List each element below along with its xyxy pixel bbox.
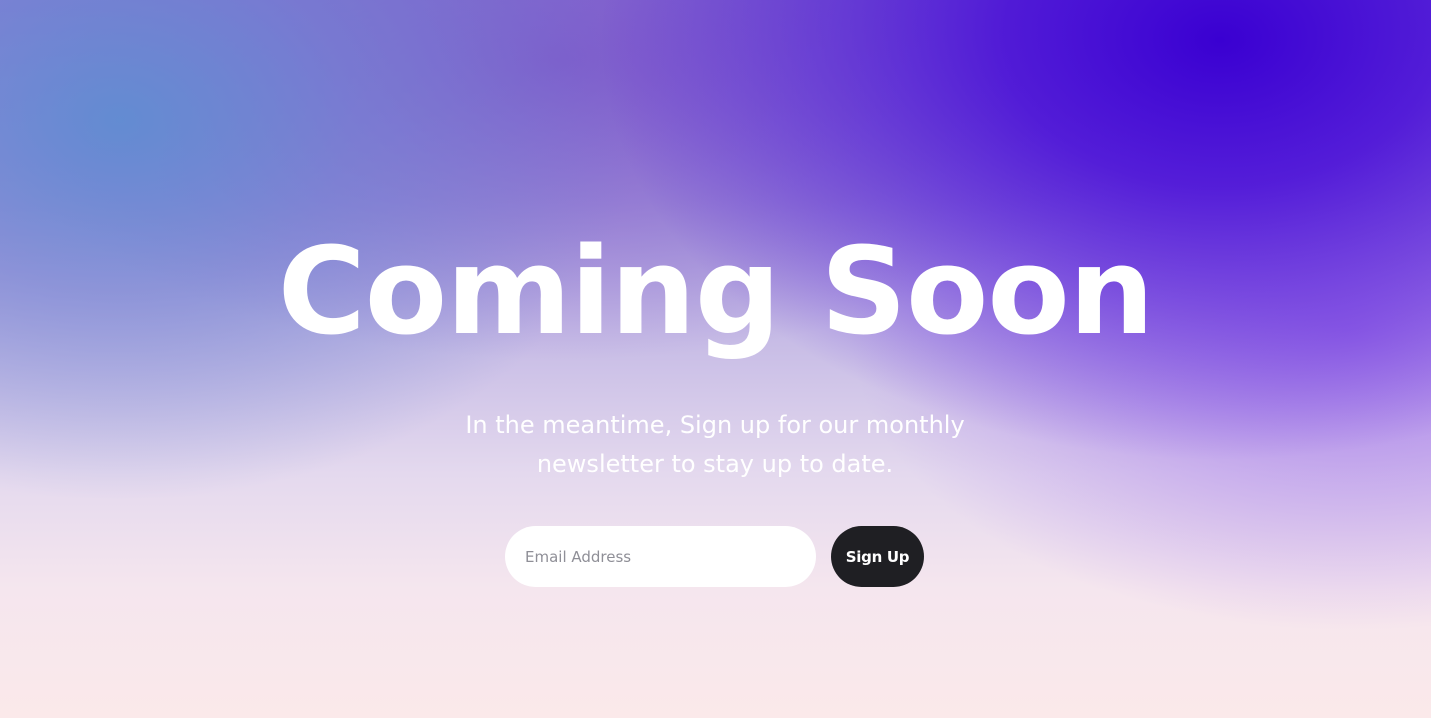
sign-up-button[interactable]: Sign Up [831,526,924,587]
email-address-input[interactable] [505,526,816,587]
description-line-2: newsletter to stay up to date. [536,450,894,478]
page-title: Coming Soon [277,223,1155,362]
newsletter-signup-form: Sign Up [505,526,924,587]
description-line-1: In the meantime, Sign up for our monthly [465,411,965,439]
coming-soon-page: Coming Soon In the meantime, Sign up for… [0,0,1431,718]
newsletter-description: In the meantime, Sign up for our monthly… [415,406,1015,484]
